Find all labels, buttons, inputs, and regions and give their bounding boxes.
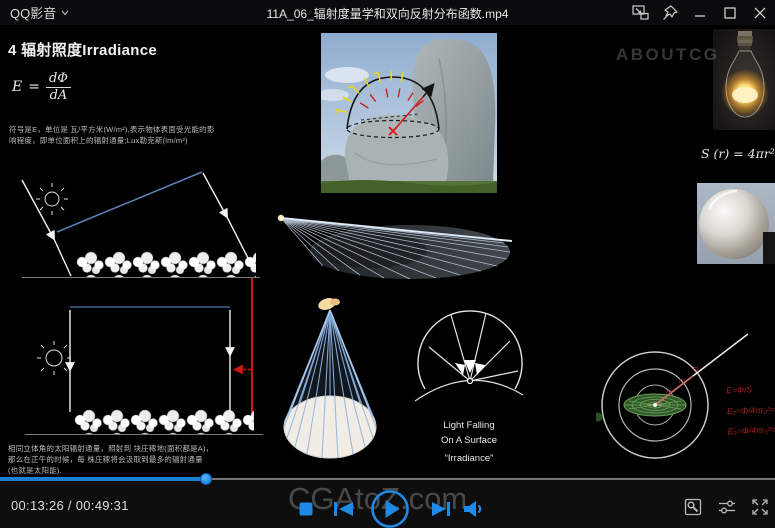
screenshot-tool-icon [684, 498, 702, 516]
radius-label: r₁ [666, 388, 672, 396]
spotlight-cone-diagram [283, 295, 383, 467]
next-icon [431, 501, 451, 517]
sun-icon [37, 341, 71, 375]
play-icon [370, 489, 410, 528]
falloff-formulas: E=Φ/S E₂=Φ/4πr₂²=E₁/4 E₃=Φ/4πr₃²=E₁/9 [726, 378, 775, 442]
mini-player-icon [632, 5, 649, 20]
titlebar: QQ影音 11A_06_辐射度量学和双向反射分布函数.mp4 [0, 0, 775, 25]
pin-icon [662, 5, 678, 21]
settings-icon [718, 498, 736, 516]
light-bulb-image [713, 29, 775, 130]
progress-handle[interactable] [200, 473, 212, 485]
mini-player-button[interactable] [625, 0, 655, 25]
volume-icon [464, 501, 485, 517]
play-button[interactable] [370, 489, 410, 528]
chevron-down-icon [61, 10, 69, 16]
time-display: 00:13:26 / 00:49:31 [11, 498, 129, 513]
sun-icon [36, 183, 68, 215]
settings-button[interactable] [718, 498, 736, 516]
previous-button[interactable] [334, 501, 354, 517]
video-surface[interactable]: 4 辐射照度Irradiance E= dΦdA 符号是E，单位是 瓦/平方米(… [0, 25, 775, 477]
grazing-light-diagram [272, 200, 520, 290]
qq-player-window: QQ影音 11A_06_辐射度量学和双向反射分布函数.mp4 [0, 0, 775, 528]
player-control-bar: CGAtoZ.com 00:13:26 / 00:49:31 [0, 477, 775, 528]
irradiance-definition: 符号是E，单位是 瓦/平方米(W/m²),表示物体表面受光能的影 响程度，即单位… [9, 124, 215, 146]
stone-hemisphere-photo [321, 33, 497, 193]
crops-texture-row [74, 409, 254, 435]
close-icon [754, 7, 766, 19]
previous-icon [334, 501, 354, 517]
pin-on-top-button[interactable] [655, 0, 685, 25]
volume-button[interactable] [464, 501, 485, 517]
stop-icon [299, 502, 313, 516]
crops-texture-row [76, 251, 256, 277]
minimize-icon [694, 7, 706, 19]
slide-heading: 4 辐射照度Irradiance [8, 39, 157, 60]
fullscreen-icon [751, 498, 769, 516]
screenshot-tool-button[interactable] [684, 498, 702, 516]
ground-line [25, 434, 263, 435]
sphere-area-formula: S (r) = 4πr² [701, 146, 775, 161]
app-name: QQ影音 [10, 3, 56, 22]
radius-label: r₂ [679, 377, 685, 385]
minimize-button[interactable] [685, 0, 715, 25]
sphere-image [697, 183, 775, 264]
crops-explanation: 相同立体角的太阳辐射通量，照射到 块庄稼地(面积都是A)， 那么在正午的时候，每… [8, 444, 213, 476]
ground-line [22, 277, 260, 278]
progress-bar[interactable] [0, 477, 775, 483]
radius-label: r₃ [693, 365, 699, 373]
window-controls [625, 0, 775, 25]
aboutcg-watermark: ABOUTCG [616, 45, 719, 65]
progress-fill [0, 477, 206, 481]
next-button[interactable] [431, 501, 451, 517]
maximize-button[interactable] [715, 0, 745, 25]
app-menu-button[interactable]: QQ影音 [0, 0, 79, 25]
vertical-sunlight-diagram [8, 300, 260, 418]
stop-button[interactable] [299, 502, 313, 516]
maximize-icon [724, 7, 736, 19]
fullscreen-button[interactable] [751, 498, 769, 516]
video-title: 11A_06_辐射度量学和双向反射分布函数.mp4 [267, 5, 509, 22]
irradiance-hemisphere-diagram [413, 303, 525, 405]
close-button[interactable] [745, 0, 775, 25]
irradiance-formula: E= dΦdA [12, 71, 71, 103]
irradiance-caption: Light Falling On A Surface “Irradiance” [410, 418, 528, 466]
